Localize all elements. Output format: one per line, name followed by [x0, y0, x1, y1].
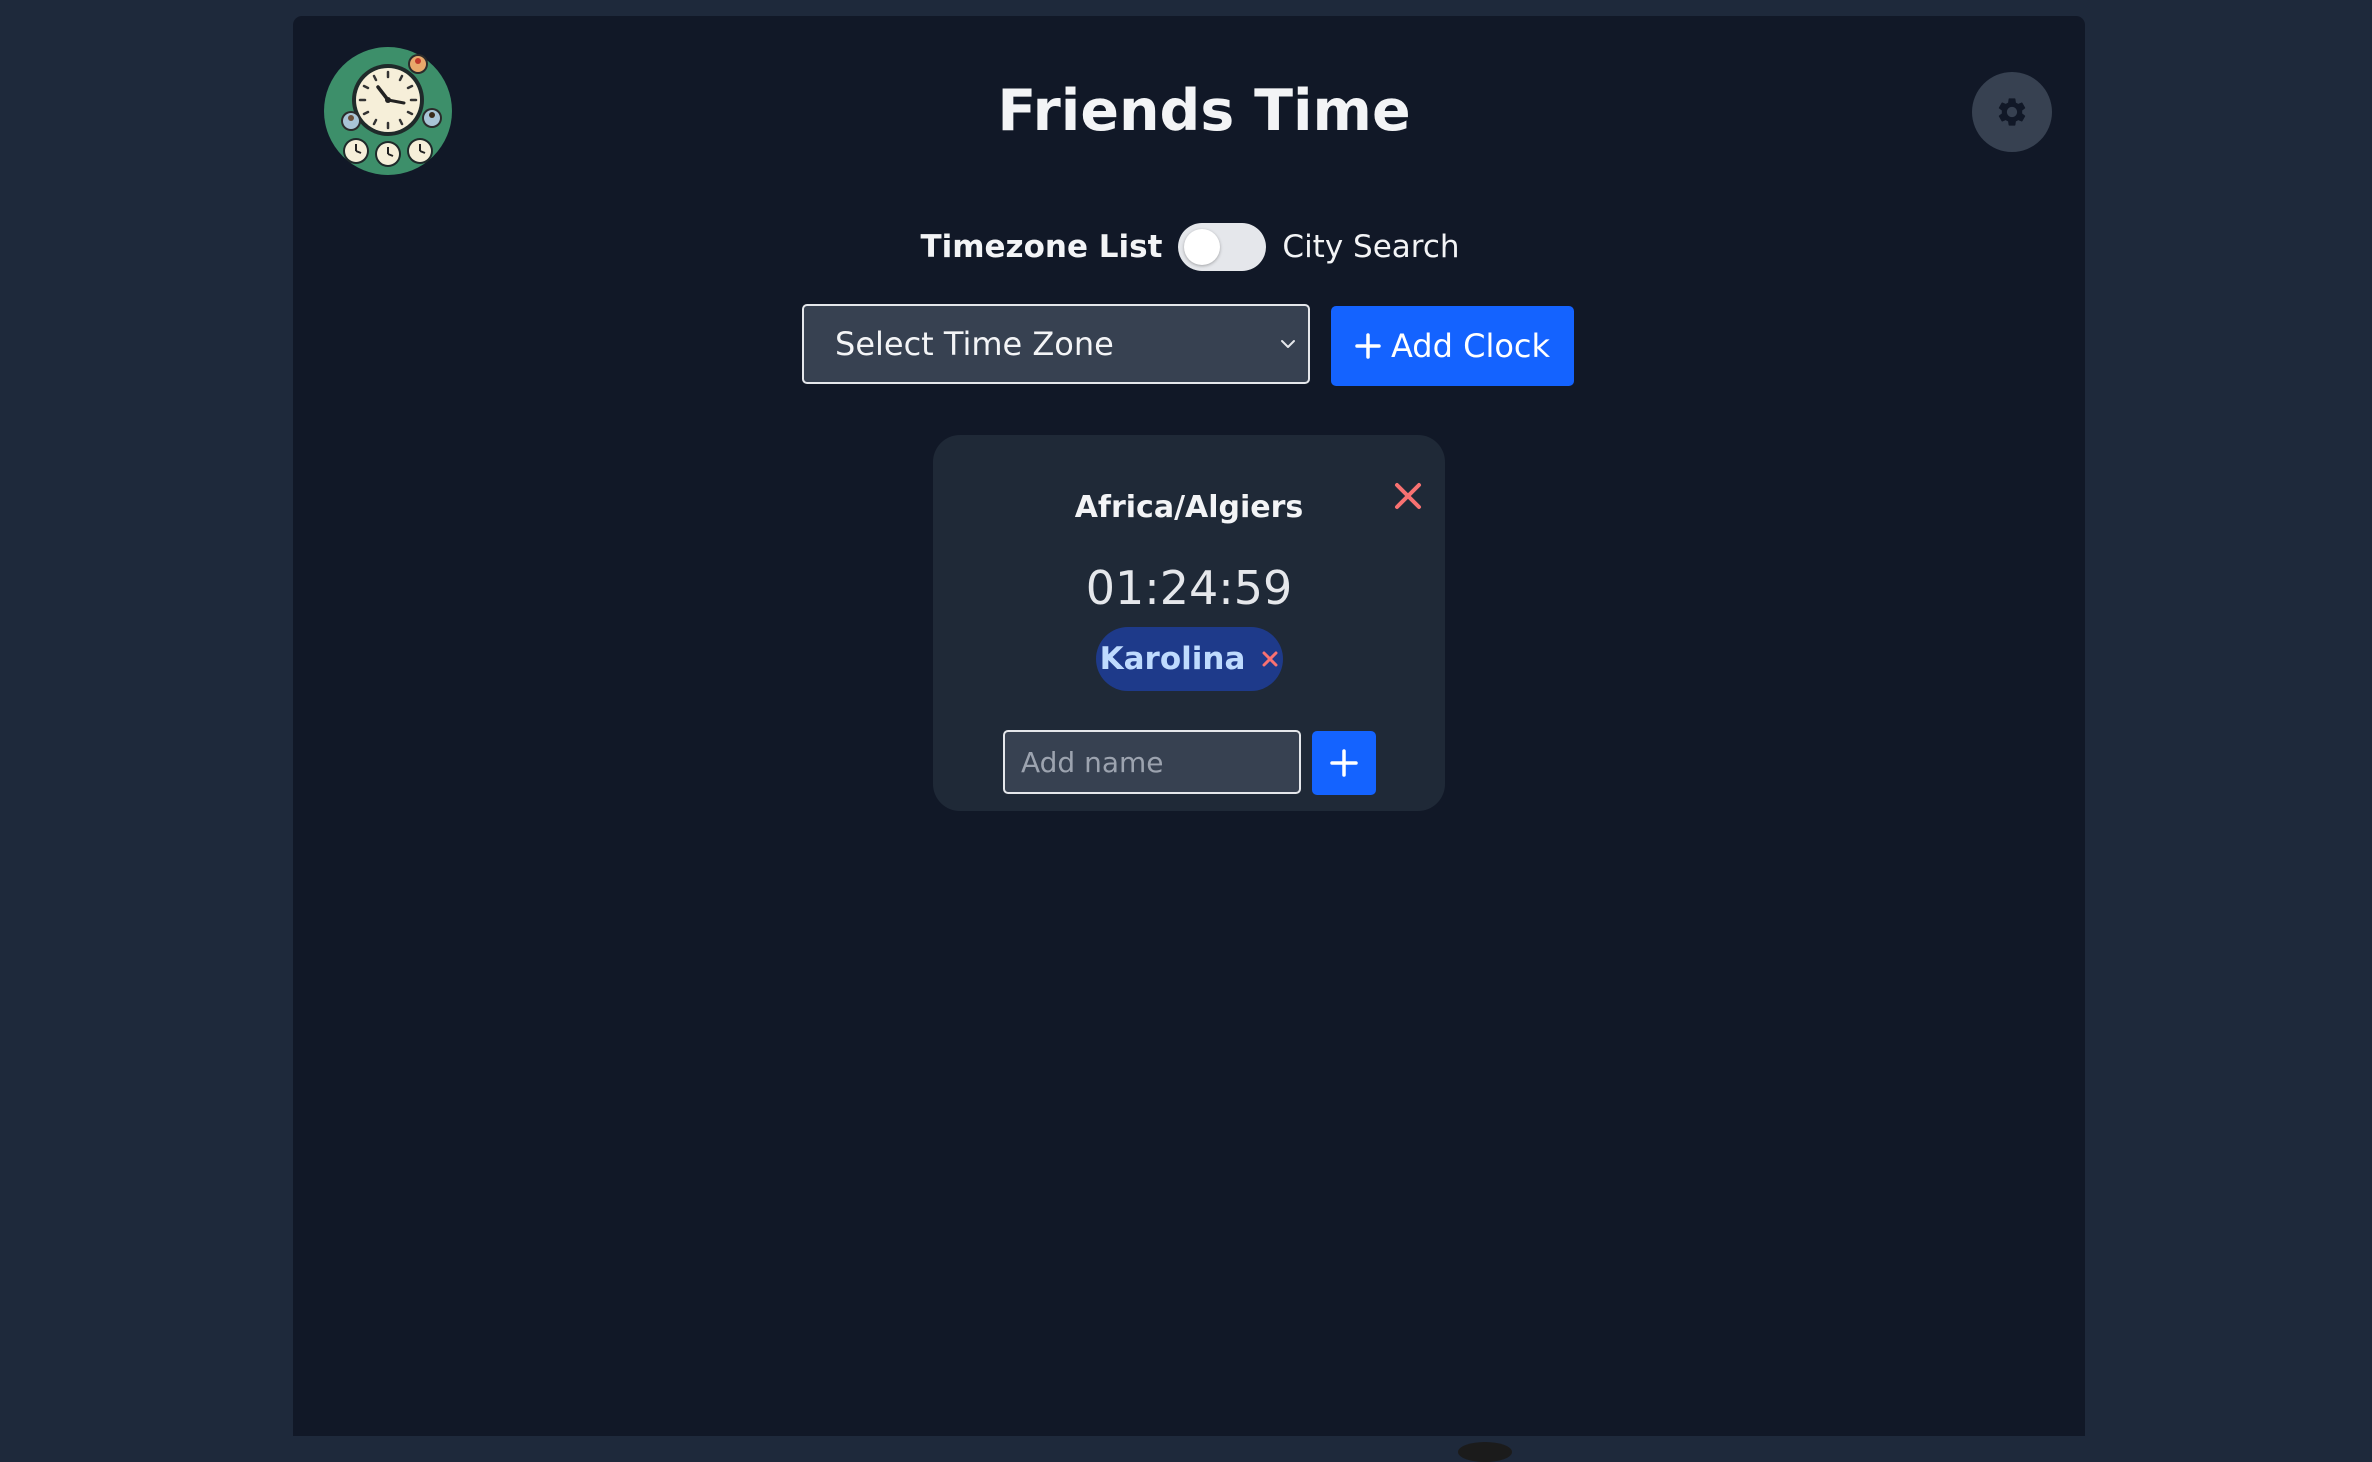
- remove-clock-button[interactable]: [1393, 481, 1423, 511]
- mode-switch[interactable]: [1178, 223, 1267, 271]
- add-name-button[interactable]: [1312, 731, 1376, 795]
- chevron-down-icon: [1281, 340, 1295, 348]
- clock-timezone-name: Africa/Algiers: [1074, 490, 1304, 525]
- clock-card: Africa/Algiers 01:24:59 Karolina: [933, 435, 1445, 811]
- add-name-input[interactable]: [1003, 730, 1301, 794]
- scroll-indicator: [1458, 1442, 1512, 1462]
- switch-knob: [1184, 229, 1221, 265]
- plus-icon: [1330, 749, 1358, 777]
- remove-friend-icon[interactable]: [1261, 650, 1279, 668]
- friend-name: Karolina: [1099, 641, 1246, 677]
- add-clock-button[interactable]: Add Clock: [1331, 306, 1574, 386]
- app-container: Friends Time Timezone List City Search S…: [293, 16, 2085, 1462]
- plus-icon: [1355, 333, 1381, 359]
- city-search-label[interactable]: City Search: [1282, 229, 1459, 265]
- close-icon: [1395, 483, 1421, 509]
- gear-icon: [1998, 98, 2026, 126]
- mode-toggle: Timezone List City Search: [293, 222, 2085, 272]
- timezone-select[interactable]: Select Time Zone: [802, 304, 1310, 384]
- settings-button[interactable]: [1972, 72, 2052, 152]
- add-clock-label: Add Clock: [1390, 327, 1551, 365]
- timezone-select-value: Select Time Zone: [835, 325, 1114, 363]
- friend-chip: Karolina: [1096, 627, 1283, 691]
- timezone-list-label[interactable]: Timezone List: [920, 229, 1162, 265]
- clock-time: 01:24:59: [1085, 561, 1293, 615]
- page-title: Friends Time: [997, 78, 1411, 144]
